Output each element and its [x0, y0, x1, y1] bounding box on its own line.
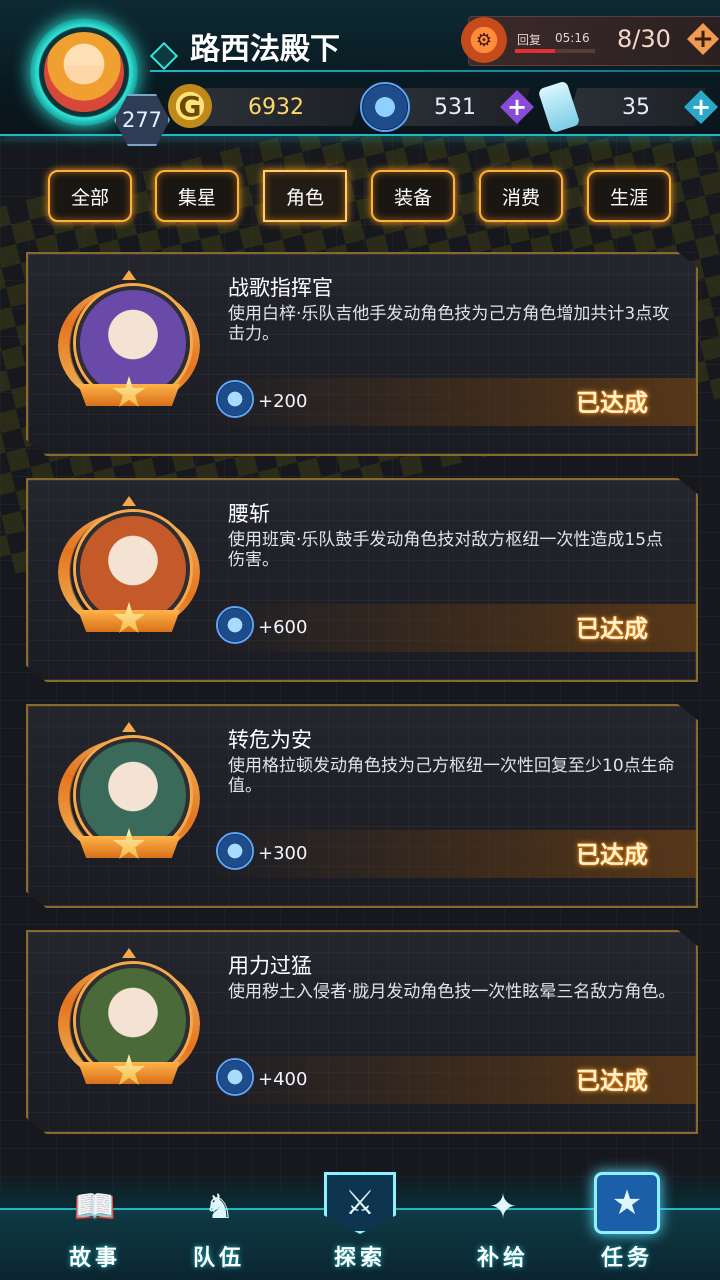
crossed-swords-shield-icon: ⚔ [324, 1172, 396, 1234]
stamina-panel: ⚙ 回复 05:16 8/30 + [461, 16, 720, 66]
avatar-portrait [44, 32, 124, 112]
recover-timer: 05:16 [555, 31, 590, 45]
book-icon: 📖 [73, 1187, 117, 1227]
tab-characters[interactable]: 角色 [263, 170, 347, 222]
status-completed: 已达成 [576, 615, 648, 643]
character-portrait [76, 964, 190, 1078]
reward-amount: +300 [258, 843, 308, 864]
gem-icon [216, 380, 254, 418]
achievement-medal [56, 494, 202, 654]
gold-panel: 6932 [186, 88, 366, 126]
tab-equipment[interactable]: 装备 [371, 170, 455, 222]
achievement-card[interactable]: 战歌指挥官 使用白梓·乐队吉他手发动角色技为己方角色增加共计3点攻击力。 +20… [26, 252, 698, 456]
nav-supply-label: 补给 [476, 1246, 529, 1271]
gem-icon [216, 606, 254, 644]
nav-supply[interactable]: ✦ 补给 [448, 1172, 558, 1272]
reward-amount: +600 [258, 617, 308, 638]
nav-explore-label: 探索 [333, 1246, 386, 1271]
recover-progress-bar [515, 49, 595, 53]
achievement-title: 腰斩 [228, 502, 270, 526]
stamina-count: 8/30 [617, 25, 671, 53]
reward-amount: +200 [258, 391, 308, 412]
achievement-title: 转危为安 [228, 728, 312, 752]
tab-career[interactable]: 生涯 [587, 170, 671, 222]
achievement-medal [56, 268, 202, 428]
gem-icon [216, 832, 254, 870]
recover-progress-fill [515, 49, 555, 53]
achievement-card[interactable]: 转危为安 使用格拉顿发动角色技为己方枢纽一次性回复至少10点生命值。 +300 … [26, 704, 698, 908]
nav-explore[interactable]: ⚔ 探索 [305, 1172, 415, 1272]
nav-team[interactable]: ♞ 队伍 [164, 1172, 274, 1272]
achievement-title: 战歌指挥官 [228, 276, 333, 300]
achievement-description: 使用白梓·乐队吉他手发动角色技为己方角色增加共计3点攻击力。 [228, 304, 670, 344]
top-bar: 277 路西法殿下 ⚙ 回复 05:16 8/30 + 6932 G 531 +… [0, 0, 720, 146]
add-stamina-button[interactable]: + [687, 23, 719, 55]
status-completed: 已达成 [576, 389, 648, 417]
recover-label: 回复 [517, 33, 542, 47]
diamond-icon [149, 41, 179, 71]
reward-amount: +400 [258, 1069, 308, 1090]
ticket-icon [537, 80, 581, 134]
star-badge-icon: ★ [594, 1172, 660, 1234]
character-portrait [76, 286, 190, 400]
ticket-amount: 35 [622, 94, 650, 120]
achievement-medal [56, 720, 202, 880]
tab-all[interactable]: 全部 [48, 170, 132, 222]
player-name: 路西法殿下 [190, 32, 340, 67]
knight-chess-icon: ♞ [203, 1187, 235, 1227]
achievement-description: 使用班寅·乐队鼓手发动角色技对敌方枢纽一次性造成15点伤害。 [228, 530, 664, 570]
gem-icon [360, 82, 410, 132]
achievement-medal [56, 946, 202, 1106]
nav-team-label: 队伍 [192, 1246, 245, 1271]
gem-amount: 531 [434, 94, 476, 120]
medal-tip [122, 496, 136, 506]
tab-stars[interactable]: 集星 [155, 170, 239, 222]
medal-tip [122, 948, 136, 958]
status-completed: 已达成 [576, 841, 648, 869]
nav-missions-label: 任务 [600, 1246, 653, 1271]
stamina-icon: ⚙ [461, 17, 507, 63]
achievement-card[interactable]: 用力过猛 使用秽土入侵者·胧月发动角色技一次性眩晕三名敌方角色。 +400 已达… [26, 930, 698, 1134]
achievement-description: 使用秽土入侵者·胧月发动角色技一次性眩晕三名敌方角色。 [228, 982, 676, 1002]
status-completed: 已达成 [576, 1067, 648, 1095]
tab-spending[interactable]: 消费 [479, 170, 563, 222]
bottom-nav: 📖 故事 ♞ 队伍 ⚔ 探索 ✦ 补给 ★ 任务 [0, 1170, 720, 1280]
achievement-title: 用力过猛 [228, 954, 312, 978]
character-portrait [76, 738, 190, 852]
gem-icon [216, 1058, 254, 1096]
character-portrait [76, 512, 190, 626]
gold-coin-icon: G [168, 84, 212, 128]
supply-robot-icon: ✦ [488, 1187, 518, 1227]
nav-missions[interactable]: ★ 任务 [572, 1172, 682, 1272]
medal-tip [122, 722, 136, 732]
nav-story[interactable]: 📖 故事 [40, 1172, 150, 1272]
gold-amount: 6932 [248, 94, 304, 120]
medal-tip [122, 270, 136, 280]
nav-story-label: 故事 [68, 1246, 121, 1271]
achievement-description: 使用格拉顿发动角色技为己方枢纽一次性回复至少10点生命值。 [228, 756, 675, 796]
header-divider [150, 70, 720, 72]
achievement-card[interactable]: 腰斩 使用班寅·乐队鼓手发动角色技对敌方枢纽一次性造成15点伤害。 +600 已… [26, 478, 698, 682]
